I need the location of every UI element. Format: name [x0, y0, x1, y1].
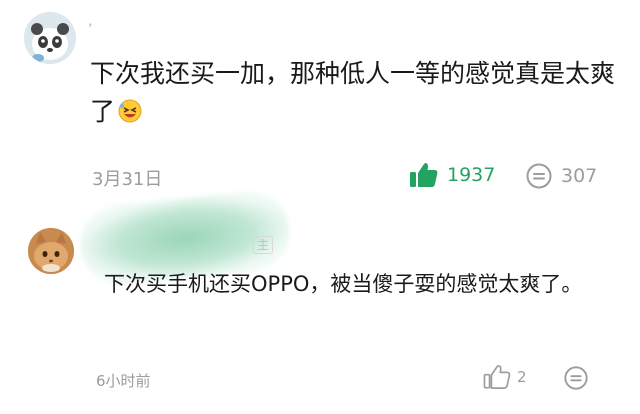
comment-text: 下次我还买一加，那种低人一等的感觉真是太爽了	[90, 55, 620, 131]
comment-text-content: 下次我还买一加，那种低人一等的感觉真是太爽了	[90, 59, 616, 126]
reply-button[interactable]	[563, 365, 589, 395]
username-redacted[interactable]: ’	[88, 22, 92, 38]
laughing-face-emoji-icon	[117, 97, 143, 123]
panda-avatar-icon	[24, 12, 76, 64]
avatar[interactable]	[24, 12, 76, 64]
like-button[interactable]: 2	[483, 364, 527, 390]
cat-avatar-icon	[28, 228, 74, 274]
comment-text: 下次买手机还买OPPO，被当傻子耍的感觉太爽了。	[104, 272, 583, 296]
comment-bubble-icon	[526, 163, 552, 189]
comment-bubble-icon	[564, 366, 588, 390]
reply-count: 307	[561, 165, 598, 187]
like-count: 1937	[447, 164, 496, 186]
owner-badge: 主	[253, 236, 274, 254]
comment-date: 3月31日	[92, 169, 163, 190]
comment-date: 6小时前	[96, 372, 151, 390]
like-button[interactable]: 1937	[409, 161, 495, 189]
thumbs-up-icon	[410, 163, 438, 187]
reply-button[interactable]: 307	[525, 162, 597, 190]
avatar[interactable]	[28, 228, 74, 274]
like-count: 2	[517, 368, 527, 386]
thumbs-up-icon	[483, 365, 511, 389]
